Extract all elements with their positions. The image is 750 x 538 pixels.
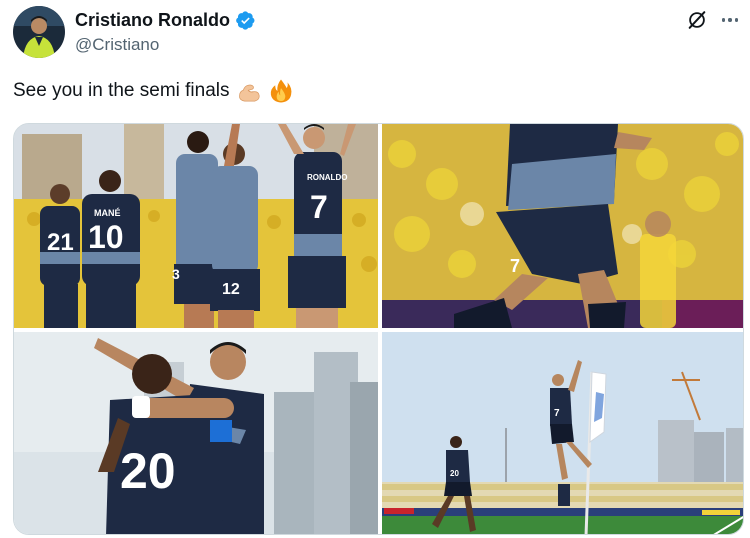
avatar-image bbox=[13, 6, 65, 58]
verified-badge-icon bbox=[236, 10, 255, 30]
tweet-body: See you in the semi finals bbox=[13, 80, 230, 101]
svg-text:MANÉ: MANÉ bbox=[94, 208, 121, 218]
photo-ronaldo-running[interactable]: 7 bbox=[382, 124, 743, 328]
photo-ronaldo-jump[interactable]: 7 20 bbox=[382, 332, 743, 534]
svg-text:7: 7 bbox=[554, 408, 560, 419]
svg-text:21: 21 bbox=[47, 229, 74, 256]
fire-emoji bbox=[270, 79, 291, 103]
svg-text:12: 12 bbox=[222, 281, 240, 298]
author-name-row: Cristiano Ronaldo bbox=[75, 8, 256, 32]
tweet-text: See you in the semi finals bbox=[13, 78, 294, 104]
svg-text:20: 20 bbox=[450, 469, 459, 478]
svg-text:7: 7 bbox=[510, 256, 520, 276]
tweet-card: Cristiano Ronaldo @Cristiano See you in … bbox=[0, 0, 750, 538]
svg-text:RONALDO: RONALDO bbox=[307, 173, 347, 182]
photo-team-celebration[interactable]: 21 MANÉ 10 3 12 RONALDO 7 bbox=[14, 124, 378, 328]
svg-text:10: 10 bbox=[88, 219, 124, 255]
more-options-icon[interactable] bbox=[718, 9, 742, 31]
media-grid: 21 MANÉ 10 3 12 RONALDO 7 7 20 7 20 bbox=[13, 123, 744, 535]
author-handle[interactable]: @Cristiano bbox=[75, 35, 159, 55]
flexed-biceps-emoji bbox=[238, 84, 260, 102]
author-display-name[interactable]: Cristiano Ronaldo bbox=[75, 10, 230, 31]
grok-icon[interactable] bbox=[686, 9, 708, 31]
svg-text:7: 7 bbox=[310, 189, 328, 225]
svg-text:20: 20 bbox=[120, 443, 176, 499]
svg-text:3: 3 bbox=[172, 266, 180, 282]
avatar[interactable] bbox=[13, 6, 65, 58]
photo-hug-celebration[interactable]: 20 bbox=[14, 332, 378, 534]
